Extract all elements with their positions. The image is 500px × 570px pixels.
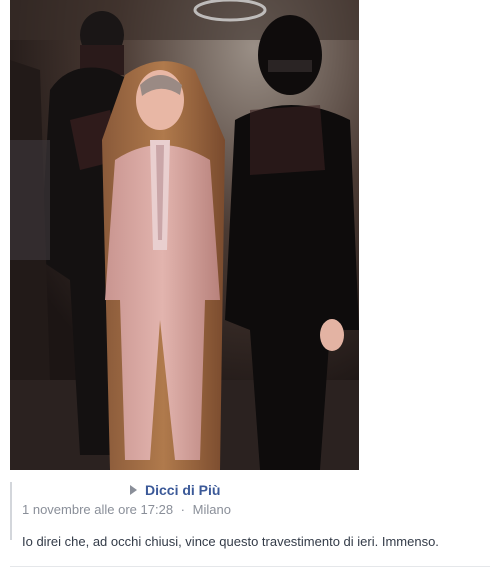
costume-photo-image: [10, 0, 359, 470]
meta-separator: ·: [180, 502, 186, 517]
post-meta: Dicci di Più 1 novembre alle ore 17:28 ·…: [10, 478, 490, 568]
author-row: Dicci di Più: [130, 482, 220, 498]
post-location[interactable]: Milano: [193, 502, 231, 517]
bottom-divider: [10, 566, 490, 567]
author-link[interactable]: Dicci di Più: [145, 482, 220, 498]
post-body-text: Io direi che, ad occhi chiusi, vince que…: [22, 534, 439, 549]
share-arrow-icon: [130, 485, 137, 495]
post-date-link[interactable]: 1 novembre alle ore 17:28: [22, 502, 173, 517]
post-timestamp-line: 1 novembre alle ore 17:28 · Milano: [22, 502, 231, 517]
left-divider: [10, 482, 12, 540]
facebook-post: Dicci di Più 1 novembre alle ore 17:28 ·…: [0, 0, 500, 570]
post-photo[interactable]: [10, 0, 359, 470]
